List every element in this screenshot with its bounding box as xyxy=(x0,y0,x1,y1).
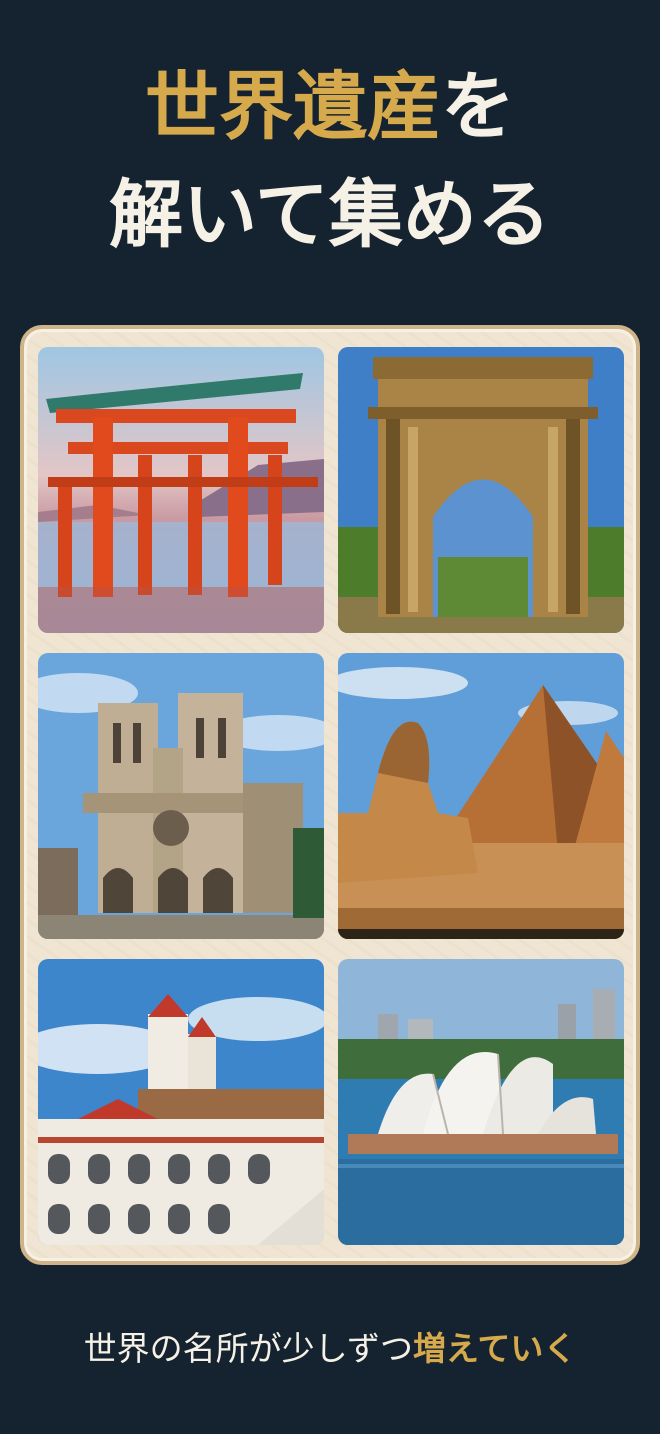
headline: 世界遺産を 解いて集める xyxy=(0,70,660,252)
headline-line-2: 解いて集める xyxy=(109,172,551,258)
cathedral-image[interactable] xyxy=(38,653,324,939)
headline-line-1: 世界遺産を xyxy=(0,70,660,170)
puzzle-gallery-frame xyxy=(20,325,640,1265)
opera-house-image[interactable] xyxy=(338,959,624,1245)
caption-text: 世界の名所が少しずつ xyxy=(83,1329,413,1368)
colonial-church-image[interactable] xyxy=(38,959,324,1245)
caption: 世界の名所が少しずつ増えていく xyxy=(0,1322,660,1370)
sphinx-pyramids-image[interactable] xyxy=(338,653,624,939)
triumphal-arch-image[interactable] xyxy=(338,347,624,633)
caption-highlight: 増えていく xyxy=(412,1329,577,1368)
headline-particle: を xyxy=(441,64,515,150)
torii-gate-image[interactable] xyxy=(38,347,324,633)
headline-highlight: 世界遺産 xyxy=(145,64,441,150)
